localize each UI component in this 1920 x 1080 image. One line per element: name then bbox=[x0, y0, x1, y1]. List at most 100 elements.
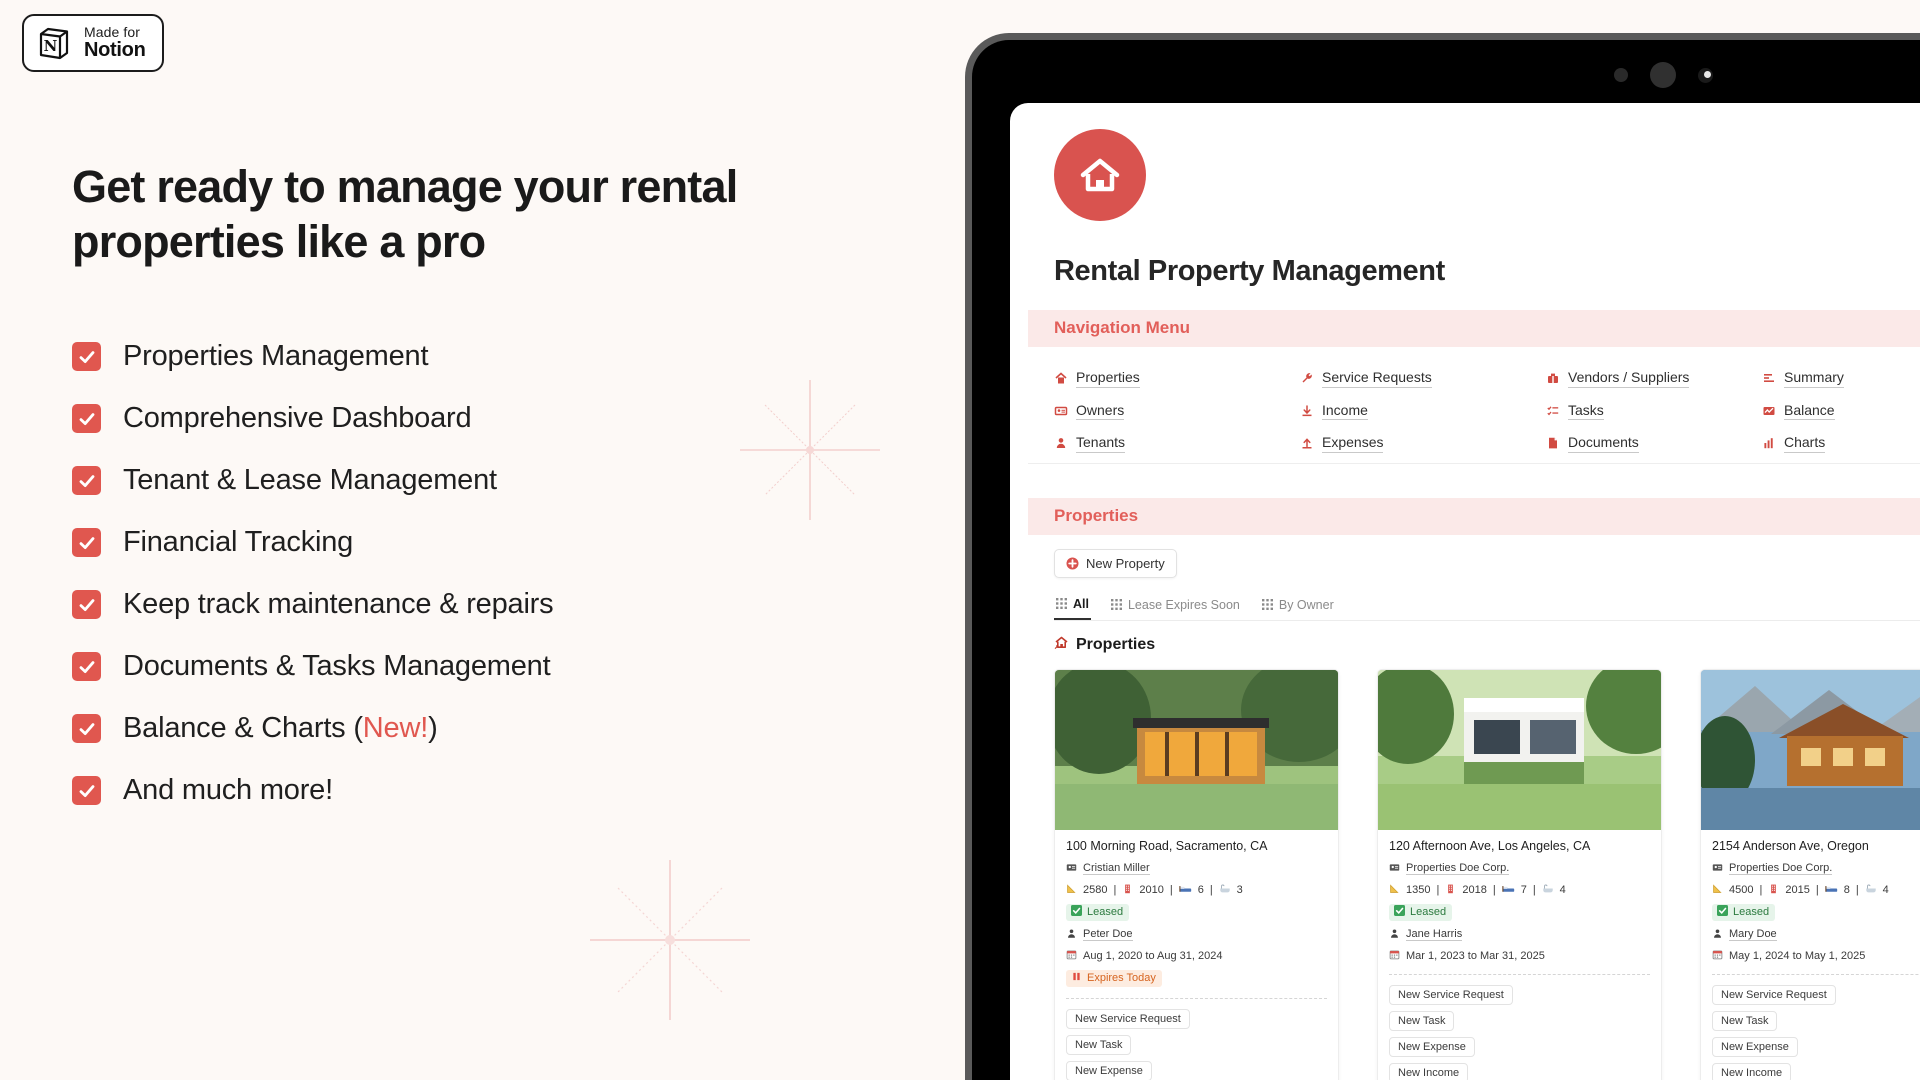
checkbox-checked-icon bbox=[72, 466, 101, 495]
person-icon bbox=[1712, 928, 1723, 942]
person-icon bbox=[1066, 928, 1077, 942]
feature-list-item: Tenant & Lease Management bbox=[72, 464, 553, 497]
property-sqft: 4500 bbox=[1729, 883, 1754, 896]
card-action-new-expense[interactable]: New Expense bbox=[1066, 1060, 1152, 1080]
card-action-new-expense[interactable]: New Expense bbox=[1712, 1036, 1798, 1057]
new-badge-text: New! bbox=[362, 712, 429, 744]
property-tenant-row: Peter Doe bbox=[1066, 928, 1327, 942]
view-tab-lease-expires-soon[interactable]: Lease Expires Soon bbox=[1109, 593, 1242, 619]
card-action-new-expense[interactable]: New Expense bbox=[1389, 1036, 1475, 1057]
spec-separator: | bbox=[1532, 883, 1536, 896]
bath-icon bbox=[1542, 883, 1554, 897]
card-action-new-task[interactable]: New Task bbox=[1389, 1010, 1455, 1031]
card-divider bbox=[1066, 997, 1327, 999]
calendar-icon bbox=[1066, 949, 1077, 963]
status-badge: Leased bbox=[1389, 903, 1453, 921]
property-photo bbox=[1378, 669, 1661, 830]
nav-item-owners[interactable]: Owners bbox=[1054, 402, 1300, 420]
view-tab-all[interactable]: All bbox=[1054, 592, 1091, 620]
nav-item-balance[interactable]: Balance bbox=[1762, 402, 1920, 420]
new-property-label: New Property bbox=[1086, 555, 1165, 571]
nav-item-properties[interactable]: Properties bbox=[1054, 369, 1300, 388]
property-beds: 6 bbox=[1197, 883, 1204, 896]
nav-item-label: Documents bbox=[1568, 434, 1639, 453]
feature-label: Comprehensive Dashboard bbox=[123, 402, 472, 434]
spec-separator: | bbox=[1209, 883, 1213, 896]
card-action-new-task[interactable]: New Task bbox=[1066, 1034, 1132, 1055]
database-title: Properties bbox=[1054, 635, 1920, 655]
tablet-camera-array bbox=[1614, 62, 1713, 88]
property-owner-label: Properties Doe Corp. bbox=[1406, 862, 1510, 875]
nav-item-label: Properties bbox=[1076, 369, 1140, 388]
nav-item-charts[interactable]: Charts bbox=[1762, 434, 1920, 453]
view-tab-by-owner[interactable]: By Owner bbox=[1260, 593, 1336, 619]
feature-list-item: Documents & Tasks Management bbox=[72, 650, 553, 683]
property-sqft: 1350 bbox=[1406, 883, 1431, 896]
bed-icon bbox=[1825, 883, 1838, 897]
card-divider bbox=[1712, 973, 1920, 975]
checkbox-checked-icon bbox=[72, 714, 101, 743]
property-specs-row: 2580 | 2010 | 6 | 3 bbox=[1066, 883, 1327, 897]
spec-separator: | bbox=[1169, 883, 1173, 896]
feature-list-item: Keep track maintenance & repairs bbox=[72, 588, 554, 621]
house-link-icon bbox=[1054, 635, 1069, 655]
feature-list-item: Financial Tracking bbox=[72, 526, 553, 559]
status-label: Leased bbox=[1087, 905, 1124, 918]
view-tab-bar: All Lease Expires Soon By Owner bbox=[1054, 592, 1920, 621]
nav-item-service-requests[interactable]: Service Requests bbox=[1300, 369, 1546, 388]
card-action-new-service-request[interactable]: New Service Request bbox=[1066, 1008, 1190, 1029]
card-action-new-service-request[interactable]: New Service Request bbox=[1389, 984, 1513, 1005]
feature-list-item: And much more! bbox=[72, 774, 553, 807]
property-card[interactable]: 100 Morning Road, Sacramento, CA Cristian… bbox=[1054, 668, 1339, 1080]
card-action-new-task[interactable]: New Task bbox=[1712, 1010, 1778, 1031]
property-year: 2015 bbox=[1785, 883, 1810, 896]
property-owner-label: Properties Doe Corp. bbox=[1729, 862, 1833, 875]
nav-item-tenants[interactable]: Tenants bbox=[1054, 434, 1300, 453]
nav-item-summary[interactable]: Summary bbox=[1762, 369, 1920, 388]
expiry-badge: Expires Today bbox=[1066, 969, 1162, 987]
spec-separator: | bbox=[1492, 883, 1496, 896]
property-tenant-row: Mary Doe bbox=[1712, 928, 1920, 942]
property-tenant-row: Jane Harris bbox=[1389, 928, 1650, 942]
property-card[interactable]: 2154 Anderson Ave, Oregon Properties Doe … bbox=[1700, 668, 1920, 1080]
view-tab-label: Lease Expires Soon bbox=[1127, 597, 1240, 612]
checkbox-checked-icon bbox=[72, 652, 101, 681]
feature-list-item: Properties Management bbox=[72, 340, 553, 373]
nav-item-vendors-suppliers[interactable]: Vendors / Suppliers bbox=[1546, 369, 1762, 388]
status-label: Leased bbox=[1410, 905, 1447, 918]
property-owner-label: Cristian Miller bbox=[1083, 862, 1150, 875]
card-action-new-service-request[interactable]: New Service Request bbox=[1712, 984, 1836, 1005]
card-action-new-income[interactable]: New Income bbox=[1389, 1062, 1469, 1080]
light-sensor-icon bbox=[1698, 67, 1713, 83]
nav-item-tasks[interactable]: Tasks bbox=[1546, 402, 1762, 420]
download-icon bbox=[1300, 404, 1314, 418]
property-tenant-label: Jane Harris bbox=[1406, 928, 1463, 941]
checkbox-checked-icon bbox=[72, 528, 101, 557]
nav-item-label: Expenses bbox=[1322, 434, 1384, 453]
promo-panel: N Made for Notion Get ready to manage yo… bbox=[0, 0, 940, 1080]
house-icon bbox=[1054, 371, 1068, 385]
new-property-button[interactable]: New Property bbox=[1054, 548, 1177, 578]
feature-label: Tenant & Lease Management bbox=[123, 464, 497, 496]
nav-item-documents[interactable]: Documents bbox=[1546, 434, 1762, 453]
nav-item-income[interactable]: Income bbox=[1300, 402, 1546, 420]
sparkle-icon bbox=[740, 380, 880, 520]
checkbox-checked-icon bbox=[72, 404, 101, 433]
expiry-label: Expires Today bbox=[1087, 971, 1156, 984]
property-card[interactable]: 120 Afternoon Ave, Los Angeles, CA Proper… bbox=[1377, 668, 1662, 1080]
badge-notion-label: Notion bbox=[84, 38, 146, 61]
nav-item-label: Charts bbox=[1784, 434, 1826, 453]
svg-text:N: N bbox=[44, 37, 58, 55]
calendar-icon bbox=[1712, 949, 1723, 963]
property-baths: 4 bbox=[1559, 883, 1566, 896]
bar-chart-icon bbox=[1762, 371, 1776, 385]
checkbox-checked-icon bbox=[72, 590, 101, 619]
year-built-icon bbox=[1122, 883, 1133, 897]
card-action-new-income[interactable]: New Income bbox=[1712, 1062, 1792, 1080]
nav-item-expenses[interactable]: Expenses bbox=[1300, 434, 1546, 453]
spec-separator: | bbox=[1855, 883, 1859, 896]
check-square-icon bbox=[1394, 904, 1405, 919]
property-lease-row: Aug 1, 2020 to Aug 31, 2024 bbox=[1066, 949, 1327, 963]
property-tenant-label: Mary Doe bbox=[1729, 928, 1777, 941]
toolbox-icon bbox=[1546, 371, 1560, 385]
